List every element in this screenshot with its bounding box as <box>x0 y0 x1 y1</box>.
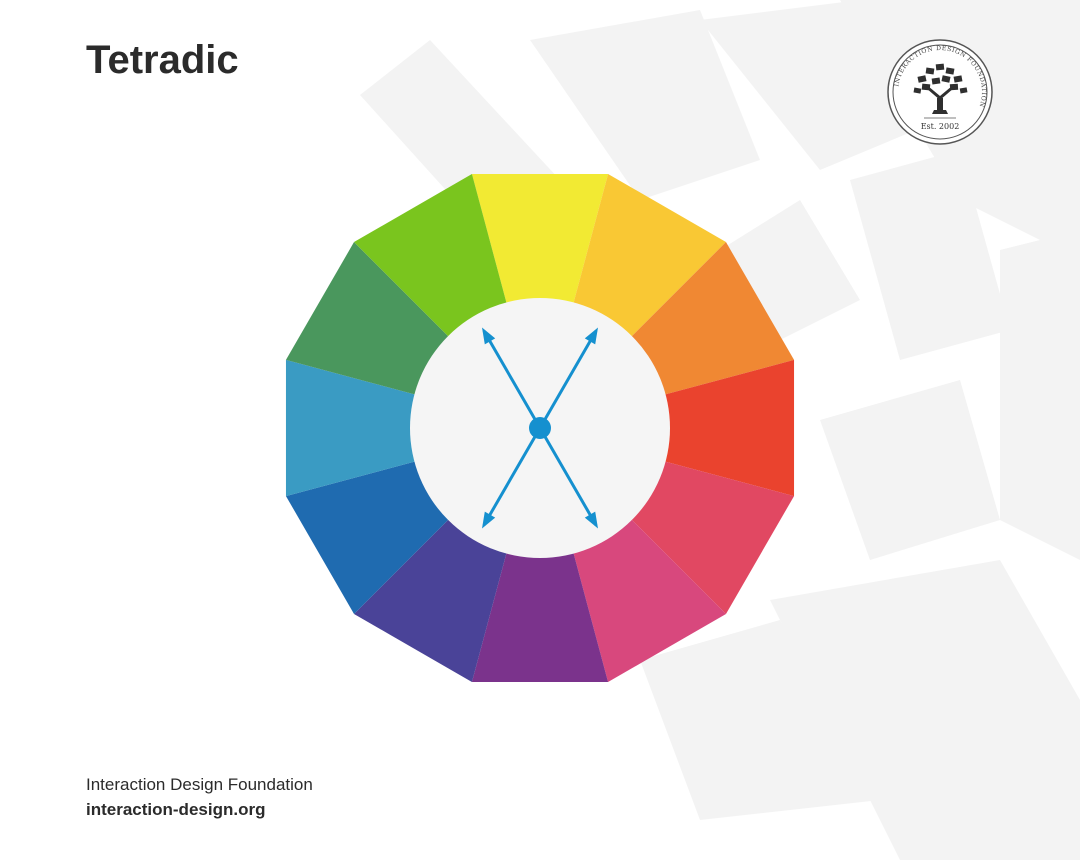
footer: Interaction Design Foundation interactio… <box>86 773 313 823</box>
center-dot <box>529 417 551 439</box>
footer-org-name: Interaction Design Foundation <box>86 775 313 794</box>
color-wheel <box>285 173 795 683</box>
footer-url-link[interactable]: interaction-design.org <box>86 797 313 823</box>
